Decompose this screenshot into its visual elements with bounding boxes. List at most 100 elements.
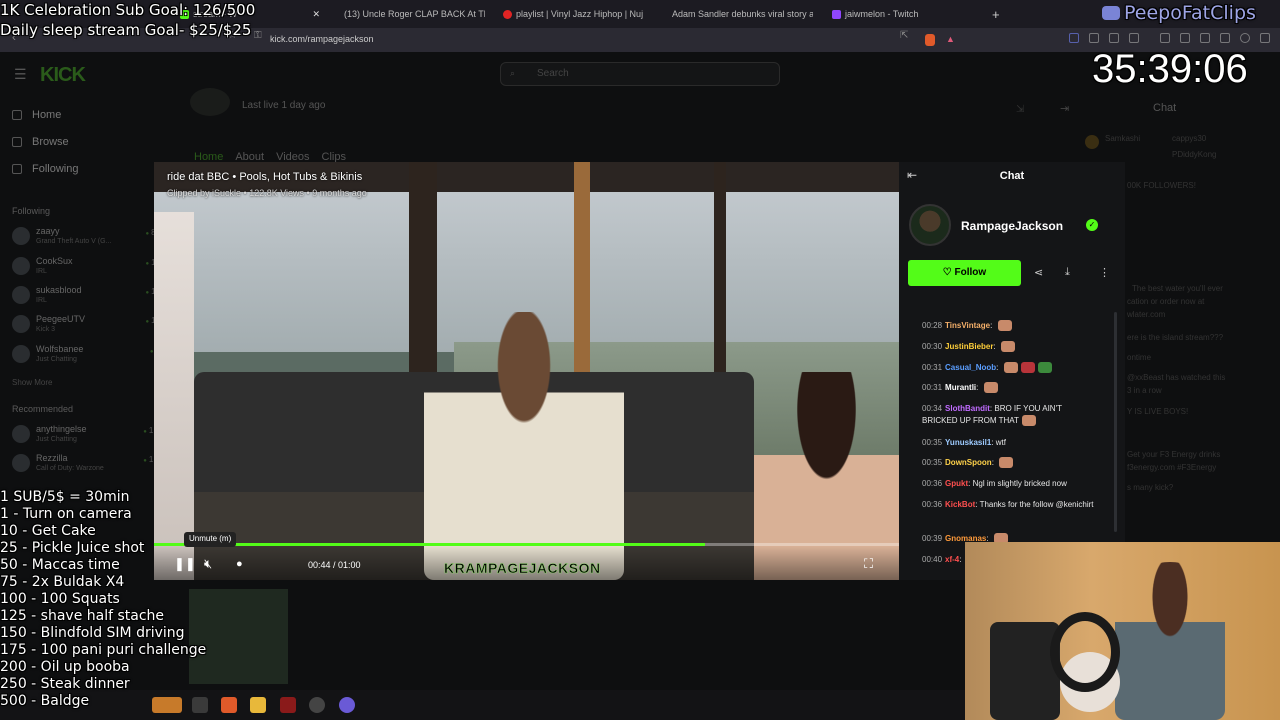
collapse-chat-icon[interactable]: ⇥ [1060, 102, 1069, 115]
goal-menu-line: 500 - Baldge [0, 693, 90, 709]
progress-bar[interactable] [154, 543, 899, 546]
right-chat-header: Chat [1153, 102, 1177, 114]
sidebar-channel[interactable]: zaayyGrand Theft Auto V (G...88 [10, 224, 160, 250]
share-icon[interactable]: ⋖ [1034, 266, 1043, 279]
chat-username[interactable]: Gpukt [945, 479, 968, 488]
chat-line: 3 in a row [1127, 386, 1162, 395]
chat-messages: 00:28 TinsVintage: 00:30 JustinBieber: 00:… [899, 312, 1119, 580]
channel-brand: PeepoFatClips [1102, 2, 1256, 24]
rewards-icon[interactable]: ▲ [946, 34, 955, 44]
sidebar-channel[interactable]: RezzillaCall of Duty: Warzone1.1 [10, 451, 160, 477]
clip-meta: Clipped by iSuckle • 122.8K Views • 9 mo… [167, 188, 367, 198]
wallet-icon[interactable] [1129, 33, 1139, 43]
music-icon[interactable] [1160, 33, 1170, 43]
channel-avatar[interactable] [909, 204, 951, 246]
chat-line: 00K FOLLOWERS! [1127, 181, 1196, 190]
chat-text: : [976, 383, 981, 392]
sidebar-channel[interactable]: PeegeeUTVKick 317 [10, 312, 160, 338]
hamburger-icon[interactable] [1260, 33, 1270, 43]
vpn-icon[interactable] [1220, 33, 1230, 43]
show-more-link[interactable]: Show More [12, 378, 52, 387]
volume-slider-knob[interactable]: ● [236, 558, 243, 570]
channel-avatar[interactable] [190, 88, 230, 116]
emote-icon [1021, 415, 1036, 427]
chat-text: : [996, 363, 1001, 372]
goal-menu-line: 25 - Pickle Juice shot [0, 540, 145, 556]
goal-menu-line: 150 - Blindfold SIM driving [0, 625, 185, 641]
brave-icon[interactable] [1240, 33, 1250, 43]
new-tab-button[interactable]: + [992, 4, 1000, 24]
url-input[interactable]: kick.com/rampagejackson [270, 34, 374, 44]
chat-line: wlater.com [1127, 310, 1166, 319]
avatar [12, 257, 30, 275]
heart-icon: ♡ [942, 267, 955, 278]
browser-tab[interactable]: Adam Sandler debunks viral story ab [668, 4, 813, 24]
menu-icon[interactable] [1200, 33, 1210, 43]
goal-menu-line: 1 SUB/5$ = 30min [0, 489, 130, 505]
sidebar-channel[interactable]: anythingelseJust Chatting1.2 [10, 422, 160, 448]
home-icon [12, 110, 22, 120]
browser-tab[interactable]: jaiwmelon - Twitch [832, 4, 977, 24]
sidebar-channel[interactable]: WolfsbaneeJust Chatting8 [10, 342, 160, 368]
chat-line: @xxBeast has watched this [1127, 373, 1226, 382]
chat-username[interactable]: DownSpoon [945, 458, 992, 467]
download-icon[interactable]: ⤓ [1065, 266, 1070, 279]
chat-username[interactable]: xf-4 [945, 555, 959, 564]
chat-scrollbar[interactable] [1114, 312, 1117, 532]
emote-icon [1020, 362, 1035, 374]
time-display: 00:44 / 01:00 [308, 560, 361, 570]
chat-message: 00:31 Murantli: [922, 382, 1097, 394]
chat-timestamp: 00:40 [922, 555, 943, 564]
chat-text: : wtf [991, 438, 1006, 447]
chat-text: : [990, 321, 995, 330]
app-icon[interactable] [309, 697, 325, 713]
sub-goal-text: 1K Celebration Sub Goal: 126/500 [0, 1, 256, 19]
site-info-icon[interactable]: ⚿ [254, 30, 262, 41]
chat-username[interactable]: Casual_Noob [945, 363, 996, 372]
close-icon[interactable]: ✕ [312, 9, 320, 20]
browser-tab[interactable]: (13) Uncle Roger CLAP BACK At Thi [340, 4, 485, 24]
fullscreen-icon[interactable]: ⛶ [864, 556, 873, 572]
extension-icon[interactable] [1089, 33, 1099, 43]
clip-video-player[interactable]: ride dat BBC • Pools, Hot Tubs & Bikinis… [154, 162, 899, 580]
expand-icon[interactable]: ⇲ [1016, 104, 1024, 115]
browser-tab[interactable]: playlist | Vinyl Jazz Hiphop | Nuj [503, 4, 648, 24]
chat-username[interactable]: Yunuskasil1 [945, 438, 991, 447]
chat-username[interactable]: KickBot [945, 500, 975, 509]
chat-line: s many kick? [1127, 483, 1174, 492]
chat-timestamp: 00:31 [922, 363, 943, 372]
chat-line: PDiddyKong [1172, 150, 1217, 159]
chat-line: ontime [1127, 353, 1152, 362]
chat-username[interactable]: SlothBandit [945, 404, 990, 413]
chat-message: 00:36 Gpukt: Ngl im slightly bricked now [922, 478, 1097, 490]
sidebar-item-browse[interactable]: Browse [12, 136, 69, 148]
chat-username[interactable]: JustinBieber [945, 342, 993, 351]
brave-shield-icon[interactable] [925, 34, 935, 46]
chat-username[interactable]: TinsVintage [945, 321, 990, 330]
chat-timestamp: 00:31 [922, 383, 943, 392]
sidebar-icon[interactable] [1180, 33, 1190, 43]
chat-message: 00:30 JustinBieber: [922, 341, 1097, 353]
chat-timestamp: 00:28 [922, 321, 943, 330]
obs-icon[interactable] [280, 697, 296, 713]
extension-icon[interactable] [1069, 33, 1079, 43]
sidebar-channel[interactable]: sukasbloodIRL13 [10, 283, 160, 309]
avatar [12, 315, 30, 333]
search-input[interactable]: Search [500, 62, 780, 86]
chat-line: Get your F3 Energy drinks [1127, 450, 1221, 459]
sidebar-item-following[interactable]: Following [12, 163, 78, 175]
chat-username[interactable]: Murantli [945, 383, 976, 392]
more-options-icon[interactable]: ⋮ [1099, 266, 1110, 279]
sidebar-item-home[interactable]: Home [12, 109, 61, 121]
chat-line: ere is the island stream??? [1127, 333, 1224, 342]
discord-icon[interactable] [339, 697, 355, 713]
sidebar-channel[interactable]: CookSuxIRL18 [10, 254, 160, 280]
puzzle-icon[interactable] [1109, 33, 1119, 43]
brave-icon[interactable] [221, 697, 237, 713]
kick-logo[interactable]: KICK [40, 64, 86, 87]
follow-button[interactable]: ♡ Follow [908, 260, 1021, 286]
folder-icon[interactable] [250, 697, 266, 713]
share-icon[interactable]: ⇱ [900, 30, 908, 41]
channel-name[interactable]: RampageJackson [961, 219, 1063, 233]
menu-icon[interactable]: ☰ [14, 66, 27, 83]
